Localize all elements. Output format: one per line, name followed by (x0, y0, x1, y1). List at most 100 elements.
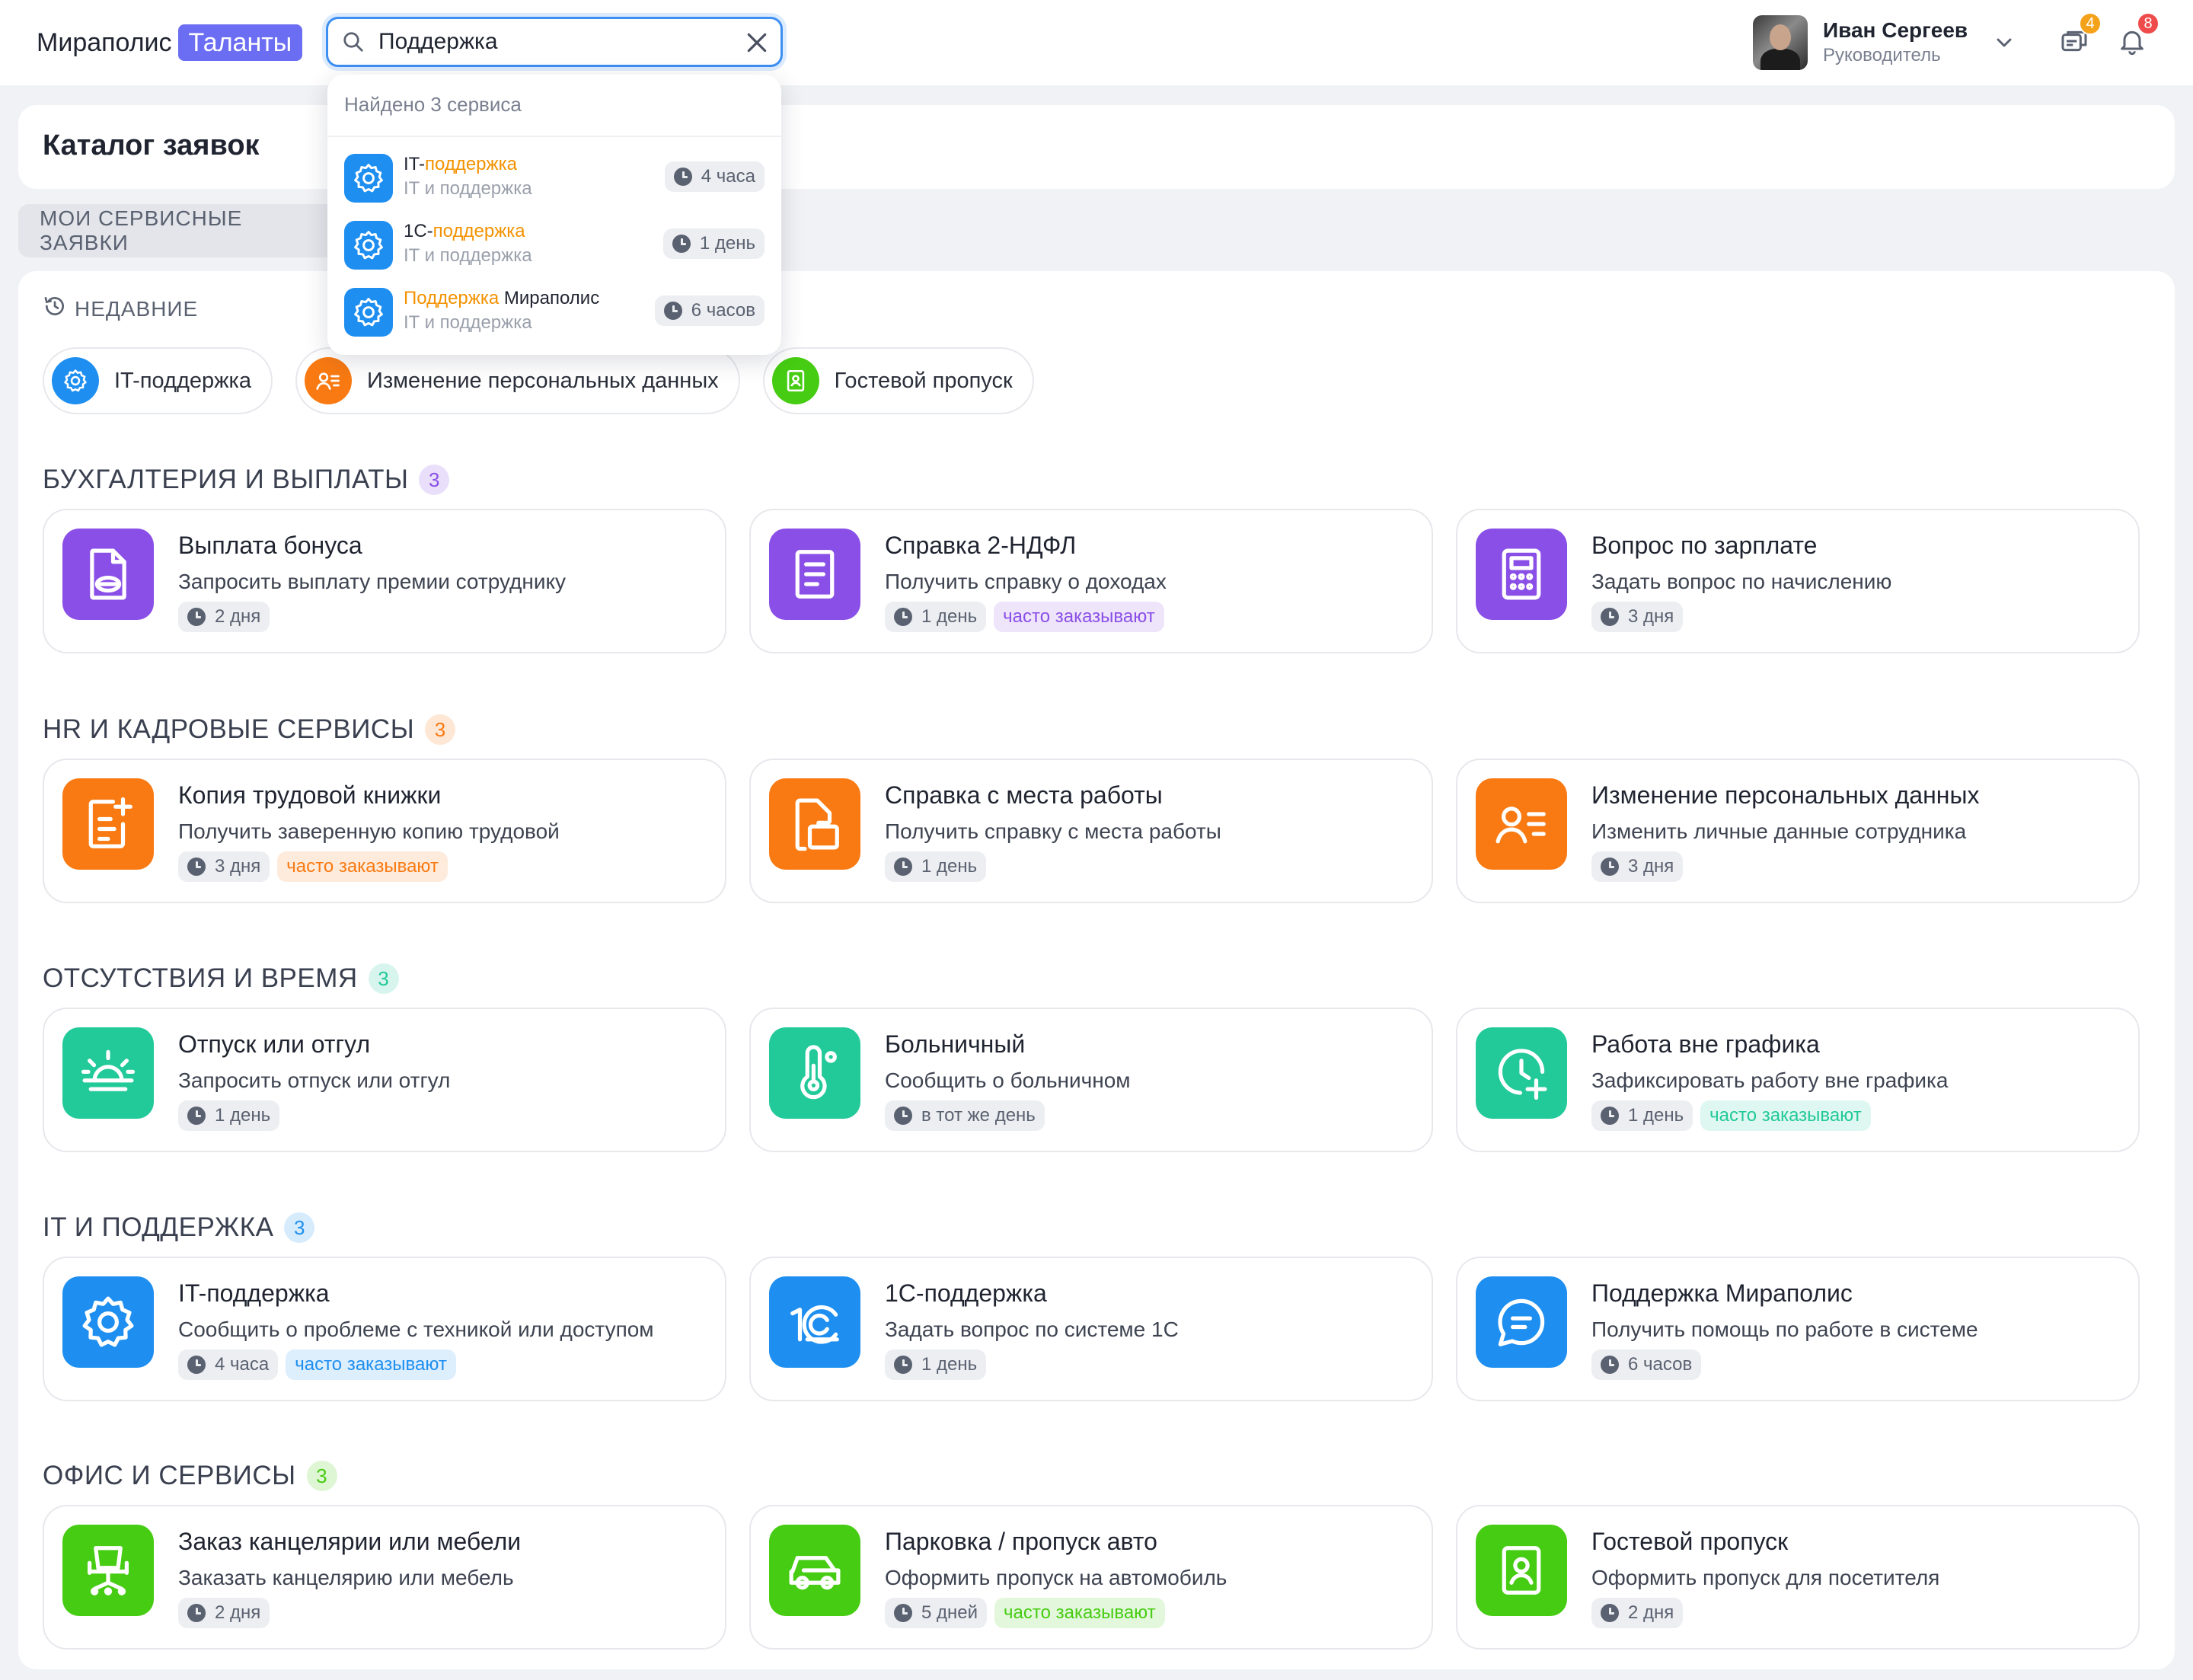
service-card[interactable]: Парковка / пропуск авто Оформить пропуск … (749, 1505, 1433, 1650)
service-card[interactable]: 1С-поддержка Задать вопрос по системе 1С 1… (749, 1257, 1433, 1401)
service-meta: 3 дня (1591, 851, 1684, 882)
service-description: Сообщить о больничном (885, 1068, 1131, 1092)
recent-chip-label: Изменение персональных данных (366, 368, 719, 393)
service-card[interactable]: Вопрос по зарплате Задать вопрос по начис… (1456, 509, 2140, 653)
clock-icon (187, 1107, 206, 1125)
lead-time-text: 1 день (921, 606, 978, 627)
search-result-item[interactable]: Поддержка Мираполис IT и поддержка 6 часов (344, 282, 765, 343)
service-meta: 2 дня (178, 602, 270, 632)
tab-my-requests-label: МОИ СЕРВИСНЫЕ ЗАЯВКИ (40, 206, 243, 254)
catalog-section: ОФИС И СЕРВИСЫ 3 Заказ канцелярии или мебе… (43, 1461, 2140, 1650)
section-count-badge: 3 (284, 1212, 315, 1243)
lead-time-badge: 3 дня (1591, 602, 1684, 632)
service-card[interactable]: Справка с места работы Получить справку с… (749, 759, 1433, 903)
lead-time-text: 1 день (921, 1354, 978, 1375)
section-count-badge: 3 (306, 1461, 337, 1491)
catalog-section: ОТСУТСТВИЯ И ВРЕМЯ 3 Отпуск или отгул Запро… (43, 963, 2140, 1152)
clock-icon (894, 1107, 912, 1125)
service-description: Запросить отпуск или отгул (178, 1068, 451, 1092)
gear-icon (344, 221, 393, 270)
search-result-match: Поддержка (404, 288, 500, 308)
service-description: Задать вопрос по начислению (1591, 570, 1892, 593)
lead-time-badge: 2 дня (178, 602, 270, 632)
service-card[interactable]: Копия трудовой книжки Получить заверенную… (43, 759, 726, 903)
lead-time-text: 1 день (1628, 1105, 1684, 1126)
service-card[interactable]: Поддержка Мираполис Получить помощь по ра… (1456, 1257, 2140, 1401)
service-card[interactable]: Изменение персональных данных Изменить ли… (1456, 759, 2140, 903)
history-icon (43, 294, 67, 324)
recent-chip-personal-data[interactable]: Изменение персональных данных (295, 347, 740, 414)
clock-icon (1601, 1107, 1619, 1125)
section-title: ОФИС И СЕРВИСЫ (43, 1461, 296, 1490)
search-input[interactable] (378, 29, 729, 55)
chevron-down-icon[interactable] (1992, 30, 2016, 59)
service-card[interactable]: Больничный Сообщить о больничном в тот же … (749, 1008, 1433, 1152)
service-description: Изменить личные данные сотрудника (1591, 819, 1967, 843)
clock-icon (1601, 858, 1619, 876)
service-title: Больничный (885, 1030, 1026, 1058)
popular-tag: часто заказывают (994, 1598, 1165, 1628)
notifications-button[interactable]: 8 (2114, 12, 2159, 61)
section-header: БУХГАЛТЕРИЯ И ВЫПЛАТЫ 3 (43, 465, 450, 495)
search-result-category: IT и поддержка (404, 312, 532, 333)
service-card[interactable]: Отпуск или отгул Запросить отпуск или отг… (43, 1008, 726, 1152)
gear-icon (344, 154, 393, 203)
popular-tag: часто заказывают (277, 851, 448, 882)
search-result-title: 1С-поддержка (404, 221, 525, 242)
messages-button[interactable]: 4 (2056, 12, 2102, 61)
clock-icon (663, 302, 682, 320)
divider (327, 136, 781, 137)
lead-time-text: 2 дня (215, 606, 261, 627)
lead-time-badge: 1 день (885, 1349, 987, 1380)
service-card[interactable]: Гостевой пропуск Оформить пропуск для пос… (1456, 1505, 2140, 1650)
service-title: IT-поддержка (178, 1279, 330, 1307)
clock-icon (187, 608, 206, 626)
service-title: Поддержка Мираполис (1591, 1279, 1853, 1307)
service-card[interactable]: Работа вне графика Зафиксировать работу в… (1456, 1008, 2140, 1152)
office-chair-icon (62, 1525, 154, 1616)
clear-search-icon[interactable] (742, 28, 771, 57)
service-description: Получить справку с места работы (885, 819, 1221, 843)
clock-icon (672, 235, 691, 253)
lead-time-badge: 1 день (1591, 1100, 1693, 1131)
lead-time-text: 5 дней (921, 1602, 978, 1623)
lead-time-text: 4 часа (215, 1354, 270, 1375)
service-card[interactable]: Выплата бонуса Запросить выплату премии с… (43, 509, 726, 653)
section-cards: Заказ канцелярии или мебели Заказать канц… (43, 1505, 2140, 1650)
search-result-prefix: 1С- (404, 221, 433, 241)
section-cards: Отпуск или отгул Запросить отпуск или отг… (43, 1008, 2140, 1152)
recent-header: НЕДАВНИЕ (43, 294, 198, 324)
search-result-item[interactable]: 1С-поддержка IT и поддержка 1 день (344, 215, 765, 276)
search-results-count: Найдено 3 сервиса (344, 93, 522, 116)
recent-chip-it-support[interactable]: IT-поддержка (43, 347, 273, 414)
service-title: Изменение персональных данных (1591, 781, 1980, 809)
lead-time-badge: 2 дня (178, 1598, 270, 1628)
tab-my-requests[interactable]: МОИ СЕРВИСНЫЕ ЗАЯВКИ (18, 204, 353, 257)
service-card[interactable]: Справка 2-НДФЛ Получить справку о доходах… (749, 509, 1433, 653)
user-profile[interactable]: Иван Сергеев Руководитель (1753, 15, 1968, 70)
catalog-panel: НЕДАВНИЕ IT-поддержка Изменение персонал… (18, 271, 2175, 1669)
service-description: Запросить выплату премии сотруднику (178, 570, 567, 593)
person-list-icon (1476, 778, 1567, 870)
service-title: Справка с места работы (885, 781, 1163, 809)
popular-tag: часто заказывают (994, 602, 1164, 632)
service-title: Справка 2-НДФЛ (885, 532, 1077, 559)
search-result-item[interactable]: IT-поддержка IT и поддержка 4 часа (344, 148, 765, 209)
lead-time-badge: 1 день (662, 228, 765, 259)
search-box[interactable] (326, 17, 783, 67)
search-result-category: IT и поддержка (404, 178, 532, 199)
service-card[interactable]: Заказ канцелярии или мебели Заказать канц… (43, 1505, 726, 1650)
chat-bubble-icon (1476, 1276, 1567, 1368)
app-logo[interactable]: Мираполис Таланты (37, 24, 303, 61)
service-card[interactable]: IT-поддержка Сообщить о проблеме с техник… (43, 1257, 726, 1401)
logo-product-tag: Таланты (177, 24, 303, 61)
lead-time-badge: 1 день (178, 1100, 280, 1131)
service-meta: 1 день часто заказывают (885, 602, 1164, 632)
notifications-badge: 8 (2137, 12, 2159, 35)
recent-chips: IT-поддержка Изменение персональных данн… (43, 347, 1034, 414)
search-result-category: IT и поддержка (404, 245, 532, 266)
service-title: Работа вне графика (1591, 1030, 1820, 1058)
recent-chip-guest-pass[interactable]: Гостевой пропуск (762, 347, 1034, 414)
section-title: IT И ПОДДЕРЖКА (43, 1212, 274, 1242)
service-meta: 1 день (178, 1100, 280, 1131)
